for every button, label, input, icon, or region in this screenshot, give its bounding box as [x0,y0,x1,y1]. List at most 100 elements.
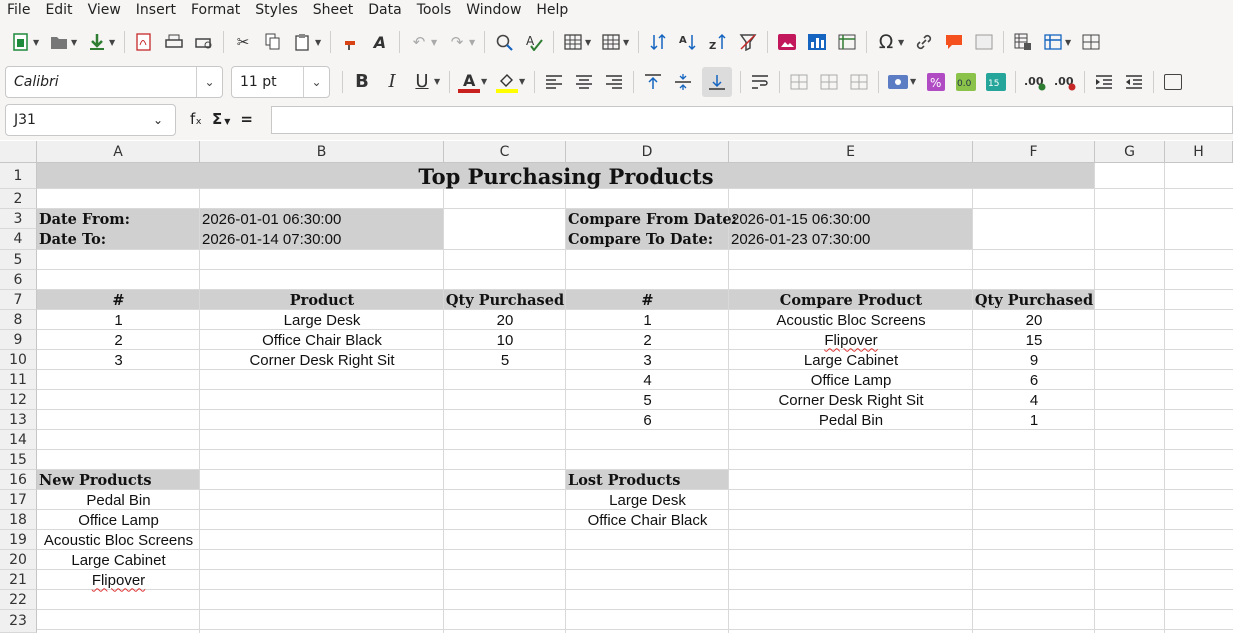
bold-icon[interactable]: B [351,71,373,93]
split-window-icon[interactable] [1080,31,1102,53]
compare-number[interactable]: 4 [566,370,729,390]
row-header-11[interactable]: 11 [0,370,37,390]
wrap-text-icon[interactable] [749,71,771,93]
undo-icon[interactable]: ↶ [408,31,430,53]
row-header-2[interactable]: 2 [0,189,37,209]
product-name[interactable]: Office Chair Black [200,330,444,350]
save-dropdown-icon[interactable]: ▼ [109,38,117,47]
align-top-icon[interactable] [642,71,664,93]
compare-number[interactable]: 2 [566,330,729,350]
sort-descending-icon[interactable]: Z [707,31,729,53]
add-decimal-icon[interactable]: .00 [1024,71,1046,93]
compare-qty[interactable]: 4 [973,390,1095,410]
define-print-area-icon[interactable] [1012,31,1034,53]
lost-products-label[interactable]: Lost Products [566,470,729,490]
row-header-20[interactable]: 20 [0,550,37,570]
chevron-down-icon[interactable]: ⌄ [141,105,175,135]
new-products-label[interactable]: New Products [37,470,200,490]
compare-product-name[interactable]: Office Lamp [729,370,973,390]
menu-tools[interactable]: Tools [410,0,460,21]
product-number[interactable]: 2 [37,330,200,350]
row-header-21[interactable]: 21 [0,570,37,590]
compare-qty[interactable]: 1 [973,410,1095,430]
copy-icon[interactable] [262,31,284,53]
row-header-15[interactable]: 15 [0,450,37,470]
align-center-icon[interactable] [573,71,595,93]
row-header-3[interactable]: 3 [0,209,37,229]
row-header-12[interactable]: 12 [0,390,37,410]
row-header-6[interactable]: 6 [0,270,37,290]
freeze-dropdown-icon[interactable]: ▼ [1065,38,1073,47]
column-icon[interactable] [600,31,622,53]
row-dropdown-icon[interactable]: ▼ [585,38,593,47]
spelling-icon[interactable]: A [523,31,545,53]
column-header-b[interactable]: B [200,141,444,163]
font-color-icon[interactable]: A [458,71,480,93]
highlight-dropdown-icon[interactable]: ▼ [519,77,527,86]
merge-center-icon[interactable] [818,71,840,93]
compare-qty[interactable]: 6 [973,370,1095,390]
menu-window[interactable]: Window [459,0,529,21]
save-icon[interactable] [86,31,108,53]
product-name[interactable]: Corner Desk Right Sit [200,350,444,370]
row-header-13[interactable]: 13 [0,410,37,430]
compare-number[interactable]: 3 [566,350,729,370]
insert-chart-icon[interactable] [806,31,828,53]
row-icon[interactable] [562,31,584,53]
compare-product-name[interactable]: Acoustic Bloc Screens [729,310,973,330]
new-product-item[interactable]: Pedal Bin [37,490,200,510]
formula-input[interactable] [271,106,1233,134]
compare-number[interactable]: 5 [566,390,729,410]
number-format-icon[interactable]: 0.0 [955,71,977,93]
report-title[interactable]: Top Purchasing Products [37,164,1095,189]
compare-from-label[interactable]: Compare From Date: [566,209,737,229]
open-folder-icon[interactable] [48,31,70,53]
row-header-14[interactable]: 14 [0,430,37,450]
lost-product-item[interactable]: Office Chair Black [566,510,729,530]
compare-qty[interactable]: 15 [973,330,1095,350]
column-header-h[interactable]: H [1165,141,1233,163]
product-number[interactable]: 3 [37,350,200,370]
column-header-e[interactable]: E [729,141,973,163]
menu-data[interactable]: Data [361,0,409,21]
freeze-rows-columns-icon[interactable] [1042,31,1064,53]
menu-view[interactable]: View [81,0,129,21]
select-all-corner[interactable] [0,141,37,163]
product-qty[interactable]: 20 [444,310,566,330]
header-product[interactable]: Product [200,290,444,310]
compare-number[interactable]: 1 [566,310,729,330]
new-product-item[interactable]: Flipover [37,570,200,590]
align-left-icon[interactable] [543,71,565,93]
special-character-dropdown-icon[interactable]: ▼ [898,38,906,47]
special-character-icon[interactable]: Ω [875,31,897,53]
formula-icon[interactable]: = [240,110,253,128]
sum-dropdown-icon[interactable]: ▼ [224,117,230,126]
row-header-4[interactable]: 4 [0,229,37,250]
sort-icon[interactable] [647,31,669,53]
date-from-value[interactable]: 2026-01-01 06:30:00 [200,209,444,229]
chevron-down-icon[interactable]: ⌄ [196,66,222,97]
print-preview-icon[interactable] [193,31,215,53]
borders-icon[interactable] [1162,71,1184,93]
paste-icon[interactable] [292,31,314,53]
currency-format-icon[interactable] [887,71,909,93]
merge-cells-icon[interactable] [788,71,810,93]
comment-icon[interactable] [943,31,965,53]
font-size-combo[interactable]: 11 pt ⌄ [231,65,330,98]
row-header-9[interactable]: 9 [0,330,37,350]
row-header-18[interactable]: 18 [0,510,37,530]
lost-product-item[interactable]: Large Desk [566,490,729,510]
header-compare-qty[interactable]: Qty Purchased [973,290,1095,310]
unmerge-cells-icon[interactable] [848,71,870,93]
compare-product-name[interactable]: Pedal Bin [729,410,973,430]
clone-formatting-icon[interactable] [339,31,361,53]
new-product-item[interactable]: Large Cabinet [37,550,200,570]
sort-ascending-icon[interactable]: A [677,31,699,53]
new-spreadsheet-icon[interactable] [10,31,32,53]
sum-icon[interactable]: Σ ▼ [212,110,230,128]
new-product-item[interactable]: Acoustic Bloc Screens [37,530,200,550]
font-name-combo[interactable]: Calibri ⌄ [5,65,223,98]
column-header-c[interactable]: C [444,141,566,163]
find-replace-icon[interactable] [493,31,515,53]
menu-sheet[interactable]: Sheet [306,0,361,21]
